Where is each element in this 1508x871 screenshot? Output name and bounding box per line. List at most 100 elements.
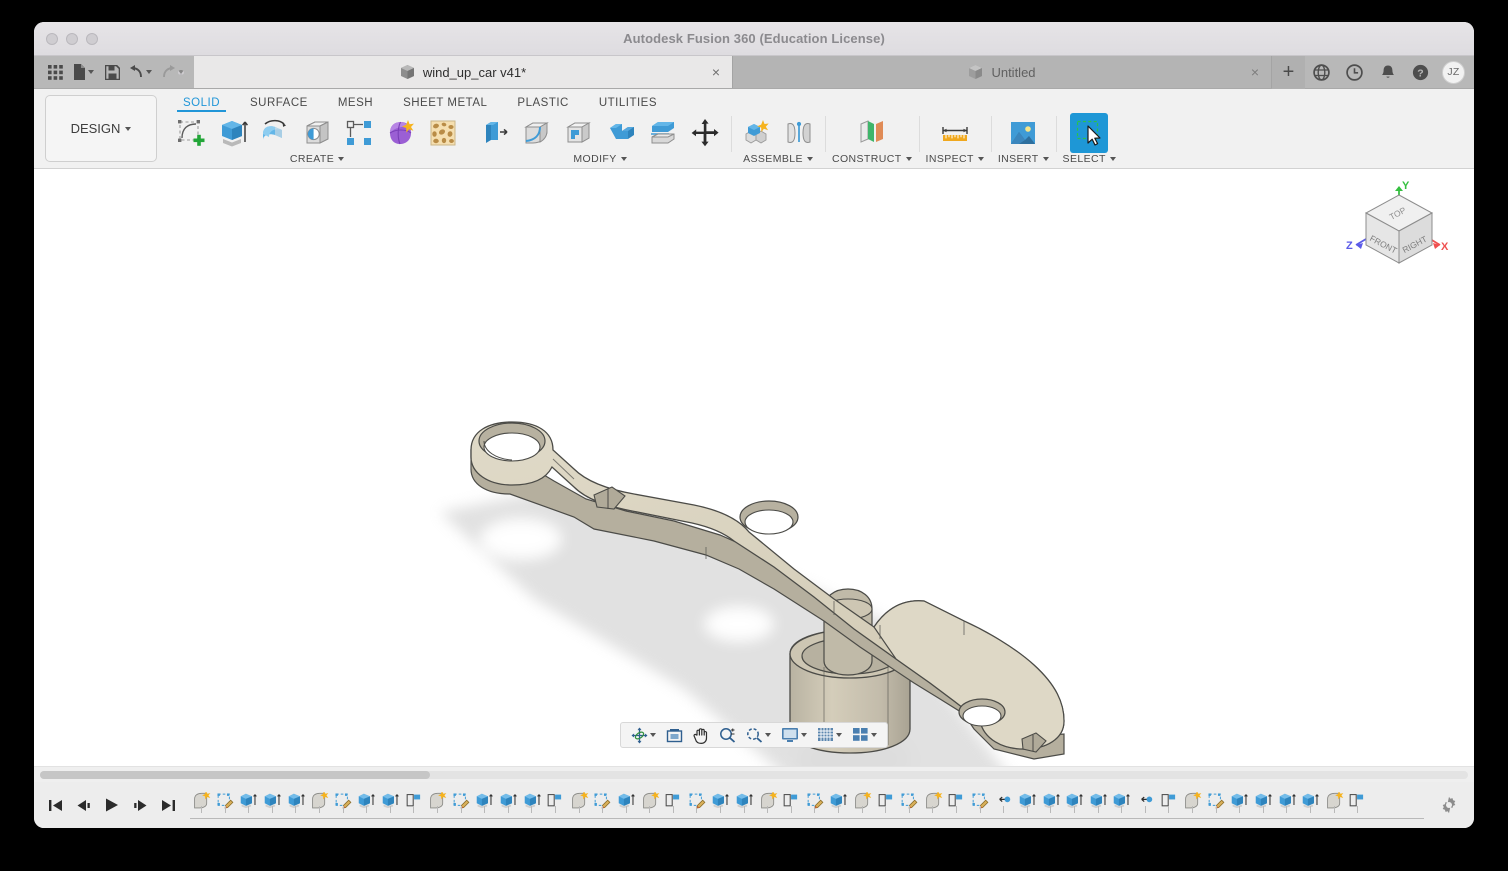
timeline-feature-plane[interactable] (945, 786, 969, 816)
document-tab-untitled[interactable]: Untitled × (733, 56, 1272, 88)
help-icon[interactable]: ? (1404, 56, 1437, 89)
save-icon[interactable] (101, 60, 123, 84)
timeline-feature-extrude[interactable] (284, 786, 308, 816)
timeline-feature-sketch-new[interactable] (921, 786, 945, 816)
create-sketch-icon[interactable] (172, 113, 210, 153)
tab-surface[interactable]: SURFACE (235, 97, 323, 112)
view-navigation-bar[interactable] (620, 722, 888, 748)
timeline-feature-sketch-new[interactable] (756, 786, 780, 816)
timeline-feature-extrude[interactable] (473, 786, 497, 816)
timeline-feature-sketch-new[interactable] (568, 786, 592, 816)
timeline-feature-extrude[interactable] (1228, 786, 1252, 816)
panel-label-modify[interactable]: MODIFY (573, 153, 627, 168)
step-back-button[interactable] (76, 798, 91, 813)
press-pull-icon[interactable] (476, 113, 514, 153)
panel-label-assemble[interactable]: ASSEMBLE (743, 153, 813, 168)
extrude-icon[interactable] (214, 113, 252, 153)
timeline-feature-sketch-new[interactable] (1181, 786, 1205, 816)
timeline-feature-extrude[interactable] (615, 786, 639, 816)
combine-icon[interactable] (602, 113, 640, 153)
3d-viewport[interactable]: Y Z X TOP FRONT RIGHT (34, 169, 1474, 766)
tab-mesh[interactable]: MESH (323, 97, 388, 112)
timeline-feature-sketch-new[interactable] (190, 786, 214, 816)
timeline-feature-sketch-edit[interactable] (803, 786, 827, 816)
view-cube[interactable]: Y Z X TOP FRONT RIGHT (1342, 177, 1452, 269)
timeline-feature-plane[interactable] (662, 786, 686, 816)
timeline-feature-extrude[interactable] (1299, 786, 1323, 816)
avatar[interactable]: JZ (1442, 60, 1465, 84)
pan-icon[interactable] (689, 724, 713, 746)
timeline-feature-sketch-edit[interactable] (969, 786, 993, 816)
model-wind-up-car-linkage-arm[interactable] (34, 169, 1474, 766)
timeline-feature-extrude[interactable] (1087, 786, 1111, 816)
close-window-button[interactable] (46, 32, 58, 45)
go-to-end-button[interactable] (161, 798, 176, 813)
tab-solid[interactable]: SOLID (168, 97, 235, 112)
timeline-feature-plane[interactable] (780, 786, 804, 816)
zoom-icon[interactable] (715, 724, 740, 746)
select-cursor-icon[interactable] (1070, 112, 1109, 153)
timeline-feature-plane[interactable] (1157, 786, 1181, 816)
timeline-feature-extrude[interactable] (1039, 786, 1063, 816)
timeline-feature-sketch-edit[interactable] (450, 786, 474, 816)
timeline-feature-extrude[interactable] (1110, 786, 1134, 816)
panel-label-select[interactable]: SELECT (1063, 153, 1116, 168)
timeline-feature-extrude[interactable] (733, 786, 757, 816)
timeline-feature-extrude[interactable] (1063, 786, 1087, 816)
timeline-feature-extrude[interactable] (1275, 786, 1299, 816)
new-component-icon[interactable] (738, 113, 776, 153)
timeline-feature-sketch-edit[interactable] (1205, 786, 1229, 816)
measure-icon[interactable] (936, 113, 974, 153)
timeline-feature-extrude[interactable] (355, 786, 379, 816)
display-settings-icon[interactable] (777, 724, 811, 746)
joint-icon[interactable] (780, 113, 818, 153)
timeline-feature-extrude[interactable] (709, 786, 733, 816)
generative-design-icon[interactable] (424, 113, 462, 153)
timeline-feature-strip[interactable] (190, 782, 1424, 828)
timeline-feature-extrude[interactable] (261, 786, 285, 816)
form-icon[interactable] (382, 113, 420, 153)
timeline-feature-sketch-edit[interactable] (332, 786, 356, 816)
go-to-beginning-button[interactable] (48, 798, 63, 813)
document-tab-wind-up-car[interactable]: wind_up_car v41* × (194, 56, 733, 88)
redo-arrow-icon[interactable] (158, 60, 187, 84)
close-tab-button[interactable]: × (1251, 65, 1259, 79)
timeline-feature-extrude[interactable] (520, 786, 544, 816)
panel-label-create[interactable]: CREATE (290, 153, 345, 168)
timeline-feature-extrude[interactable] (379, 786, 403, 816)
window-controls[interactable] (34, 32, 98, 45)
orbit-icon[interactable] (627, 724, 660, 746)
timeline-feature-sketch-new[interactable] (851, 786, 875, 816)
app-grid-icon[interactable] (44, 60, 66, 84)
shell-icon[interactable] (560, 113, 598, 153)
globe-icon[interactable] (1305, 56, 1338, 89)
timeline-feature-extrude[interactable] (237, 786, 261, 816)
timeline-feature-plane[interactable] (874, 786, 898, 816)
look-at-icon[interactable] (662, 724, 687, 746)
panel-label-inspect[interactable]: INSPECT (926, 153, 984, 168)
pattern-icon[interactable] (340, 113, 378, 153)
panel-label-construct[interactable]: CONSTRUCT (832, 153, 912, 168)
grid-snaps-icon[interactable] (813, 724, 846, 746)
timeline-feature-mirror[interactable] (992, 786, 1016, 816)
timeline-feature-sketch-new[interactable] (1323, 786, 1347, 816)
revolve-icon[interactable] (256, 113, 294, 153)
panel-label-insert[interactable]: INSERT (998, 153, 1049, 168)
timeline-settings-button[interactable] (1424, 796, 1474, 814)
minimize-window-button[interactable] (66, 32, 78, 45)
timeline-feature-sketch-new[interactable] (308, 786, 332, 816)
split-face-icon[interactable] (644, 113, 682, 153)
close-tab-button[interactable]: × (712, 65, 720, 79)
timeline-feature-joint[interactable] (1134, 786, 1158, 816)
bell-icon[interactable] (1371, 56, 1404, 89)
timeline-feature-sketch-new[interactable] (426, 786, 450, 816)
timeline-feature-sketch-edit[interactable] (685, 786, 709, 816)
history-clock-icon[interactable] (1338, 56, 1371, 89)
timeline-feature-extrude[interactable] (1016, 786, 1040, 816)
tab-sheet-metal[interactable]: SHEET METAL (388, 97, 502, 112)
maximize-window-button[interactable] (86, 32, 98, 45)
hole-icon[interactable] (298, 113, 336, 153)
offset-plane-icon[interactable] (853, 113, 891, 153)
timeline-feature-plane[interactable] (1346, 786, 1370, 816)
tab-plastic[interactable]: PLASTIC (502, 97, 583, 112)
